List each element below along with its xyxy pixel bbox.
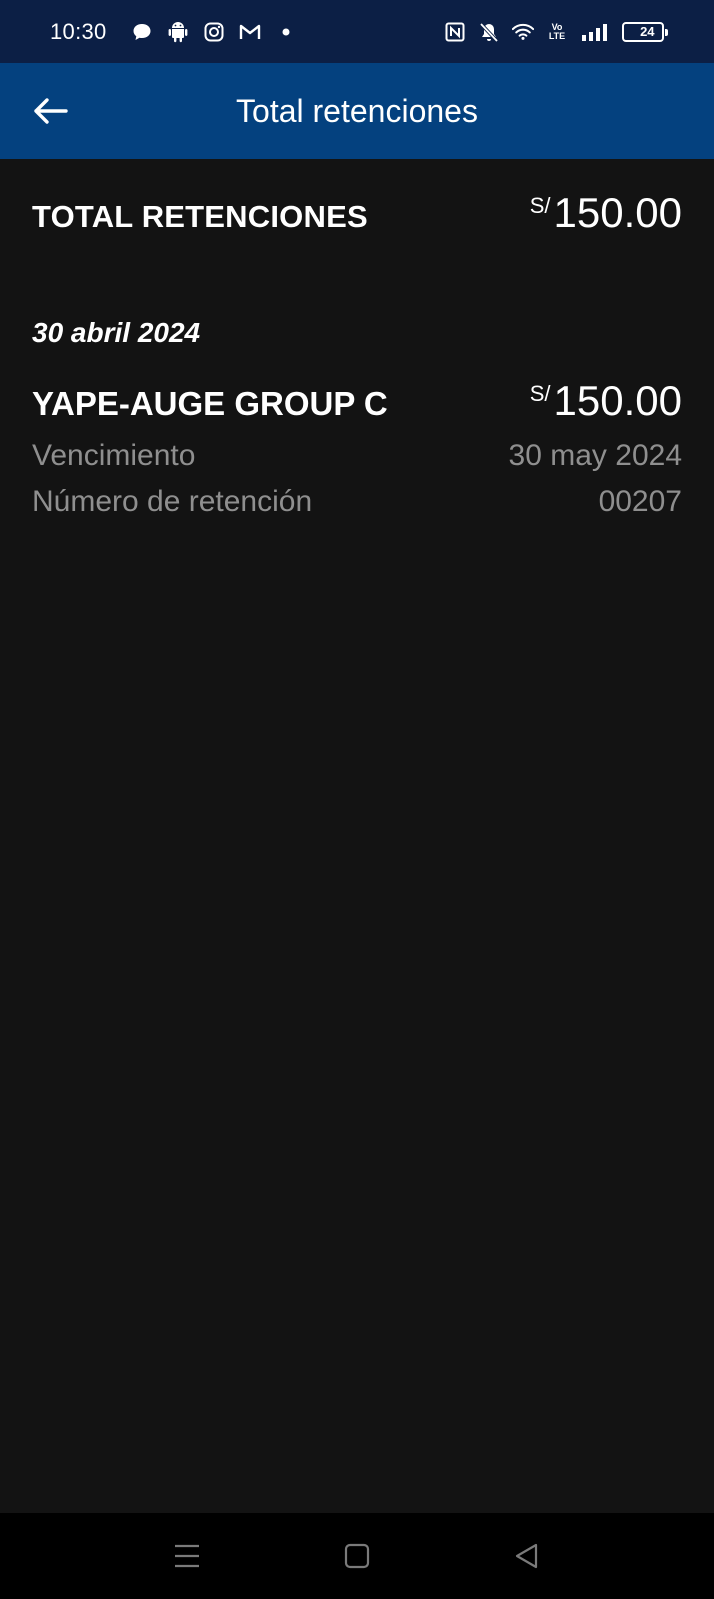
volte-bottom-text: LTE [548,30,566,41]
retention-item-value: 150.00 [553,377,682,424]
retention-number-label: Número de retención [32,485,313,518]
page-title: Total retenciones [236,92,478,129]
due-date-label: Vencimiento [32,439,196,472]
status-right: Vo LTE 24 [444,21,668,43]
system-nav-bar [0,1513,714,1599]
recent-apps-button[interactable] [167,1536,207,1576]
total-value: 150.00 [553,189,682,236]
gmail-icon [239,21,261,43]
bell-off-icon [478,21,500,43]
menu-icon [175,1544,199,1568]
retention-item-amount: S/ 150.00 [530,377,682,425]
total-currency: S/ [529,193,551,218]
home-button[interactable] [337,1536,377,1576]
back-triangle-icon [515,1543,538,1569]
home-icon [344,1543,370,1569]
retention-item-currency: S/ [529,381,551,406]
total-amount: S/ 150.00 [530,189,682,237]
dot-icon [275,21,297,43]
chat-bubble-icon [131,21,153,43]
nfc-icon [444,21,466,43]
due-date-value: 30 may 2024 [508,439,682,472]
status-time: 10:30 [50,18,107,44]
retention-item-header: YAPE-AUGE GROUP C S/ 150.00 [32,377,682,425]
retention-item-name: YAPE-AUGE GROUP C [32,385,388,422]
due-date-row: Vencimiento 30 may 2024 [32,439,682,473]
battery-icon: 24 [622,21,668,42]
volte-icon: Vo LTE [546,21,568,43]
total-label: TOTAL RETENCIONES [32,199,368,234]
battery-level: 24 [640,24,655,39]
android-icon [167,21,189,43]
retention-item[interactable]: YAPE-AUGE GROUP C S/ 150.00 Vencimiento … [32,377,682,519]
app-bar: Total retenciones [0,63,714,159]
retention-number-row: Número de retención 00207 [32,485,682,519]
status-bar: 10:30 Vo LTE 24 [0,0,714,63]
arrow-left-icon [34,98,68,124]
system-back-button[interactable] [507,1536,547,1576]
signal-icon [580,21,610,43]
status-left: 10:30 [50,19,297,45]
total-summary-row: TOTAL RETENCIONES S/ 150.00 [32,189,682,237]
wifi-icon [512,21,534,43]
back-button[interactable] [28,91,72,131]
retention-number-value: 00207 [598,485,682,518]
group-date-header: 30 abril 2024 [32,317,201,348]
instagram-icon [203,21,225,43]
